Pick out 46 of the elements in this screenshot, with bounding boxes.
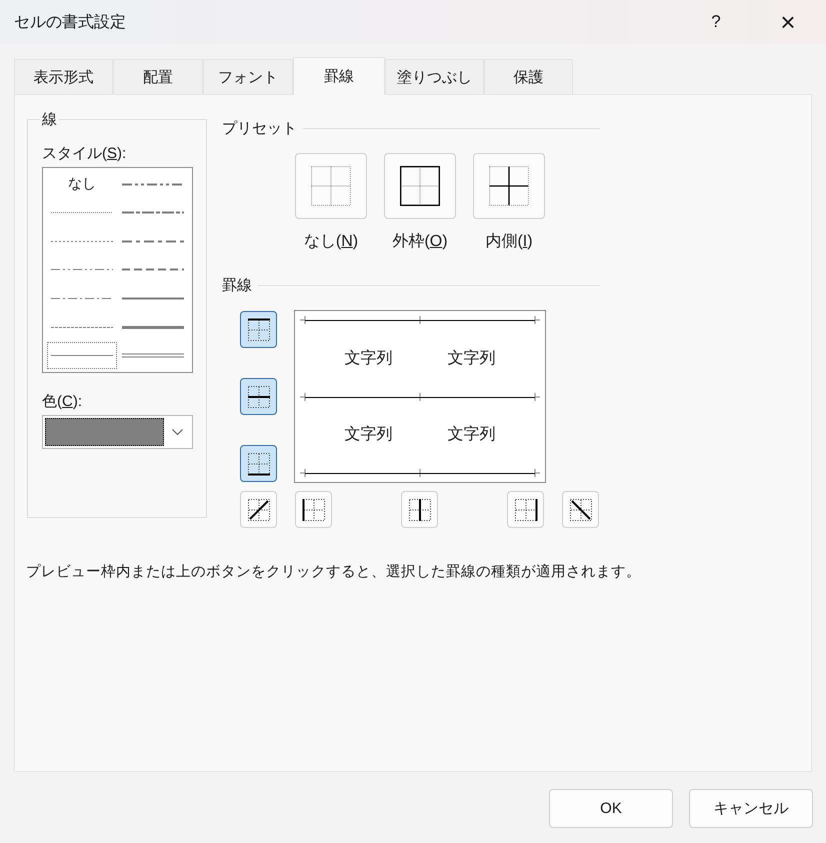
tab[interactable]: 表示形式 (14, 59, 113, 94)
border-icon (302, 498, 326, 522)
section-title: 罫線 (222, 276, 252, 295)
close-button[interactable]: × (768, 6, 808, 38)
field-label: 色(C): (42, 392, 82, 411)
border-icon (514, 498, 538, 522)
tab[interactable]: 罫線 (293, 57, 385, 95)
ok-button[interactable]: OK (549, 789, 673, 828)
tab[interactable]: 保護 (484, 59, 573, 94)
chevron-down-icon (172, 429, 182, 435)
line-style-option[interactable]: なし (47, 171, 116, 198)
line-style-list[interactable]: なし (42, 167, 193, 373)
preset-label: 外枠(O) (392, 232, 448, 252)
border-icon (246, 318, 270, 342)
border-icon (408, 498, 432, 522)
preview-text: 文字列 (448, 424, 496, 445)
border-preset-icon (400, 166, 440, 206)
border-preset-icon (311, 166, 351, 206)
preset-label: なし(N) (304, 232, 358, 252)
preview-text: 文字列 (448, 348, 496, 370)
tab[interactable]: 塗りつぶし (385, 59, 484, 94)
border-button[interactable] (240, 445, 277, 482)
section-title: プリセット (222, 119, 297, 138)
tab[interactable]: フォント (203, 59, 293, 94)
border-preset-icon (489, 166, 529, 206)
cancel-button[interactable]: キャンセル (689, 789, 813, 828)
preview-text: 文字列 (344, 424, 392, 445)
border-icon (246, 452, 270, 476)
border-icon (246, 498, 270, 522)
preset-label: 内側(I) (485, 232, 533, 252)
border-button[interactable] (240, 378, 277, 415)
preview-text: 文字列 (344, 348, 392, 370)
group-title: 線 (40, 110, 59, 129)
border-icon (568, 498, 592, 522)
line-sample-icon (122, 351, 184, 360)
border-icon (246, 384, 270, 408)
color-dropdown[interactable] (42, 415, 193, 449)
preset-button[interactable] (384, 153, 456, 219)
hint-text: プレビュー枠内または上のボタンをクリックすると、選択した罫線の種類が適用されます。 (26, 562, 642, 581)
window-title: セルの書式設定 (14, 12, 127, 32)
line-style-option[interactable] (47, 342, 116, 369)
field-label: スタイル(S): (42, 144, 126, 163)
help-button[interactable]: ? (696, 12, 736, 32)
tab[interactable]: 配置 (113, 59, 203, 94)
border-button[interactable] (240, 311, 277, 348)
border-preview[interactable]: 文字列 文字列 文字列 文字列 (294, 310, 546, 483)
